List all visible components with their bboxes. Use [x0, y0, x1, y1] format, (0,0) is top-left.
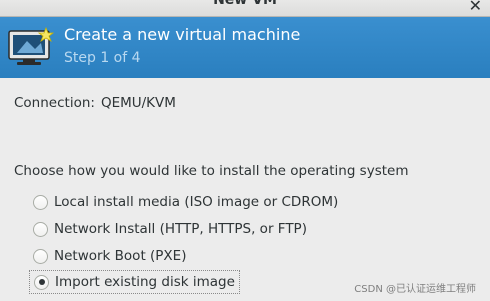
radio-network-install[interactable]: Network Install (HTTP, HTTPS, or FTP) [29, 217, 307, 241]
install-prompt: Choose how you would like to install the… [14, 163, 409, 179]
radio-import-disk-image[interactable]: Import existing disk image [29, 270, 240, 294]
radio-button[interactable] [33, 248, 48, 264]
connection-value: QEMU/KVM [100, 95, 176, 111]
option-label: Network Boot (PXE) [54, 248, 187, 264]
watermark: CSDN @已认证运维工程师 [354, 284, 476, 295]
radio-dot [38, 279, 45, 285]
connection-row: Connection: QEMU/KVM [14, 95, 176, 111]
radio-button-selected[interactable] [34, 274, 49, 290]
wizard-banner: Create a new virtual machine Step 1 of 4 [0, 17, 490, 78]
window-title: New VM [213, 0, 277, 8]
connection-label: Connection: [14, 95, 95, 111]
radio-button[interactable] [33, 194, 48, 210]
wizard-heading: Create a new virtual machine [64, 25, 301, 44]
radio-network-boot[interactable]: Network Boot (PXE) [29, 244, 186, 268]
close-icon[interactable]: ✕ [469, 0, 482, 15]
radio-button[interactable] [33, 221, 48, 237]
option-label: Network Install (HTTP, HTTPS, or FTP) [54, 221, 307, 237]
virtual-machine-new-icon [8, 27, 54, 65]
window-titlebar: New VM ✕ [0, 0, 490, 17]
wizard-step: Step 1 of 4 [64, 50, 141, 66]
option-label: Import existing disk image [55, 274, 235, 290]
option-label: Local install media (ISO image or CDROM) [54, 194, 339, 210]
radio-local-install-media[interactable]: Local install media (ISO image or CDROM) [29, 190, 338, 214]
